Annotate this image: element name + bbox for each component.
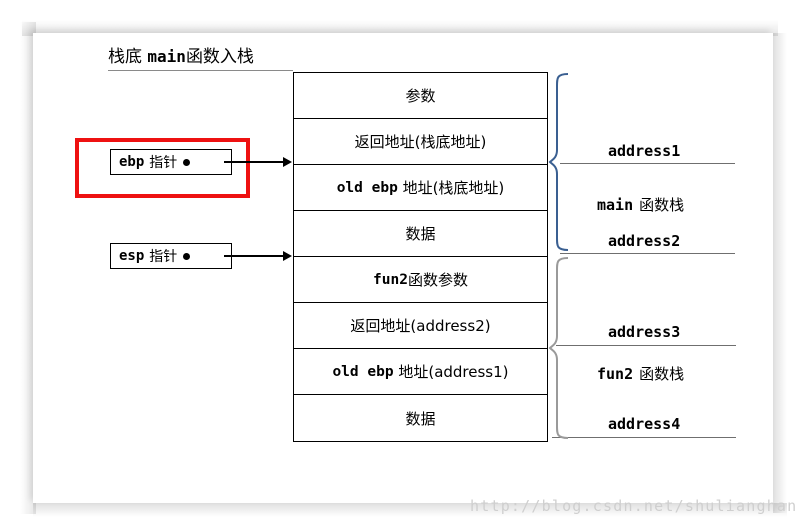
fun2-frame-brace-icon bbox=[548, 257, 569, 439]
card-shadow-right bbox=[773, 33, 787, 513]
table-row: 数据 bbox=[294, 395, 547, 441]
main-frame-brace-icon bbox=[548, 73, 569, 251]
fun2-frame-label-mono: fun2 bbox=[597, 365, 634, 383]
esp-arrow-line bbox=[224, 255, 284, 257]
main-frame-label: main 函数栈 bbox=[597, 194, 684, 215]
stack-table: 参数 返回地址(栈底地址) old ebp 地址(栈底地址) 数据 fun2 函数… bbox=[293, 72, 548, 442]
esp-pointer-mono: esp bbox=[119, 248, 145, 264]
main-frame-label-mono: main bbox=[597, 196, 634, 214]
esp-arrow-head-icon bbox=[283, 251, 292, 261]
table-row: old ebp 地址(栈底地址) bbox=[294, 165, 547, 211]
title-underline bbox=[108, 70, 293, 71]
diagram-canvas: 栈底 main函数入栈 参数 返回地址(栈底地址) old ebp 地址(栈底地… bbox=[0, 0, 807, 532]
address4-label: address4 bbox=[608, 415, 681, 433]
esp-pointer-box[interactable]: esp 指针 bbox=[110, 243, 232, 269]
stack-row-2-text: 返回地址(栈底地址) bbox=[354, 133, 487, 151]
fun2-frame-label-cjk: 函数栈 bbox=[639, 365, 685, 383]
ebp-arrow-head-icon bbox=[283, 157, 292, 167]
ebp-pointer-dot-icon bbox=[183, 158, 191, 166]
address1-rule bbox=[560, 163, 735, 164]
stack-row-3-text: 地址(栈底地址) bbox=[402, 179, 505, 197]
diagram-title-prefix: 栈底 bbox=[108, 47, 142, 67]
stack-row-7-text: 地址(address1) bbox=[398, 363, 509, 381]
table-row: 参数 bbox=[294, 73, 547, 119]
diagram-title-suffix: 函数入栈 bbox=[185, 47, 254, 67]
stack-row-8-text: 数据 bbox=[405, 409, 436, 428]
esp-pointer-dot-icon bbox=[183, 252, 191, 260]
address4-rule bbox=[552, 437, 736, 438]
ebp-arrow-line bbox=[224, 161, 284, 163]
watermark: http://blog.csdn.net/shulianghan bbox=[470, 497, 798, 515]
diagram-title-function: main bbox=[147, 47, 186, 66]
table-row: 数据 bbox=[294, 211, 547, 257]
fun2-frame-label: fun2 函数栈 bbox=[597, 363, 684, 384]
address1-label: address1 bbox=[608, 142, 681, 160]
stack-row-3-mono: old ebp bbox=[336, 179, 398, 196]
table-row: fun2 函数参数 bbox=[294, 257, 547, 303]
table-row: 返回地址(address2) bbox=[294, 303, 547, 349]
stack-row-4-text: 数据 bbox=[405, 225, 436, 243]
stack-row-7-mono: old ebp bbox=[332, 363, 394, 380]
table-row: 返回地址(栈底地址) bbox=[294, 119, 547, 165]
ebp-pointer-mono: ebp bbox=[119, 154, 145, 170]
table-row: old ebp 地址(address1) bbox=[294, 349, 547, 395]
stack-row-1-text: 参数 bbox=[405, 87, 436, 105]
address2-rule bbox=[560, 253, 735, 254]
address2-label: address2 bbox=[608, 232, 681, 250]
stack-row-6-text: 返回地址(address2) bbox=[350, 317, 491, 335]
ebp-pointer-label: 指针 bbox=[149, 155, 178, 171]
stack-row-5-text: 函数参数 bbox=[407, 271, 468, 289]
address3-label: address3 bbox=[608, 323, 681, 341]
diagram-title: 栈底 main函数入栈 bbox=[108, 42, 254, 67]
ebp-pointer-box[interactable]: ebp 指针 bbox=[110, 149, 232, 175]
esp-pointer-label: 指针 bbox=[149, 249, 178, 265]
main-frame-label-cjk: 函数栈 bbox=[639, 196, 685, 214]
stack-row-5-mono: fun2 bbox=[373, 271, 408, 288]
address3-rule bbox=[556, 345, 736, 346]
